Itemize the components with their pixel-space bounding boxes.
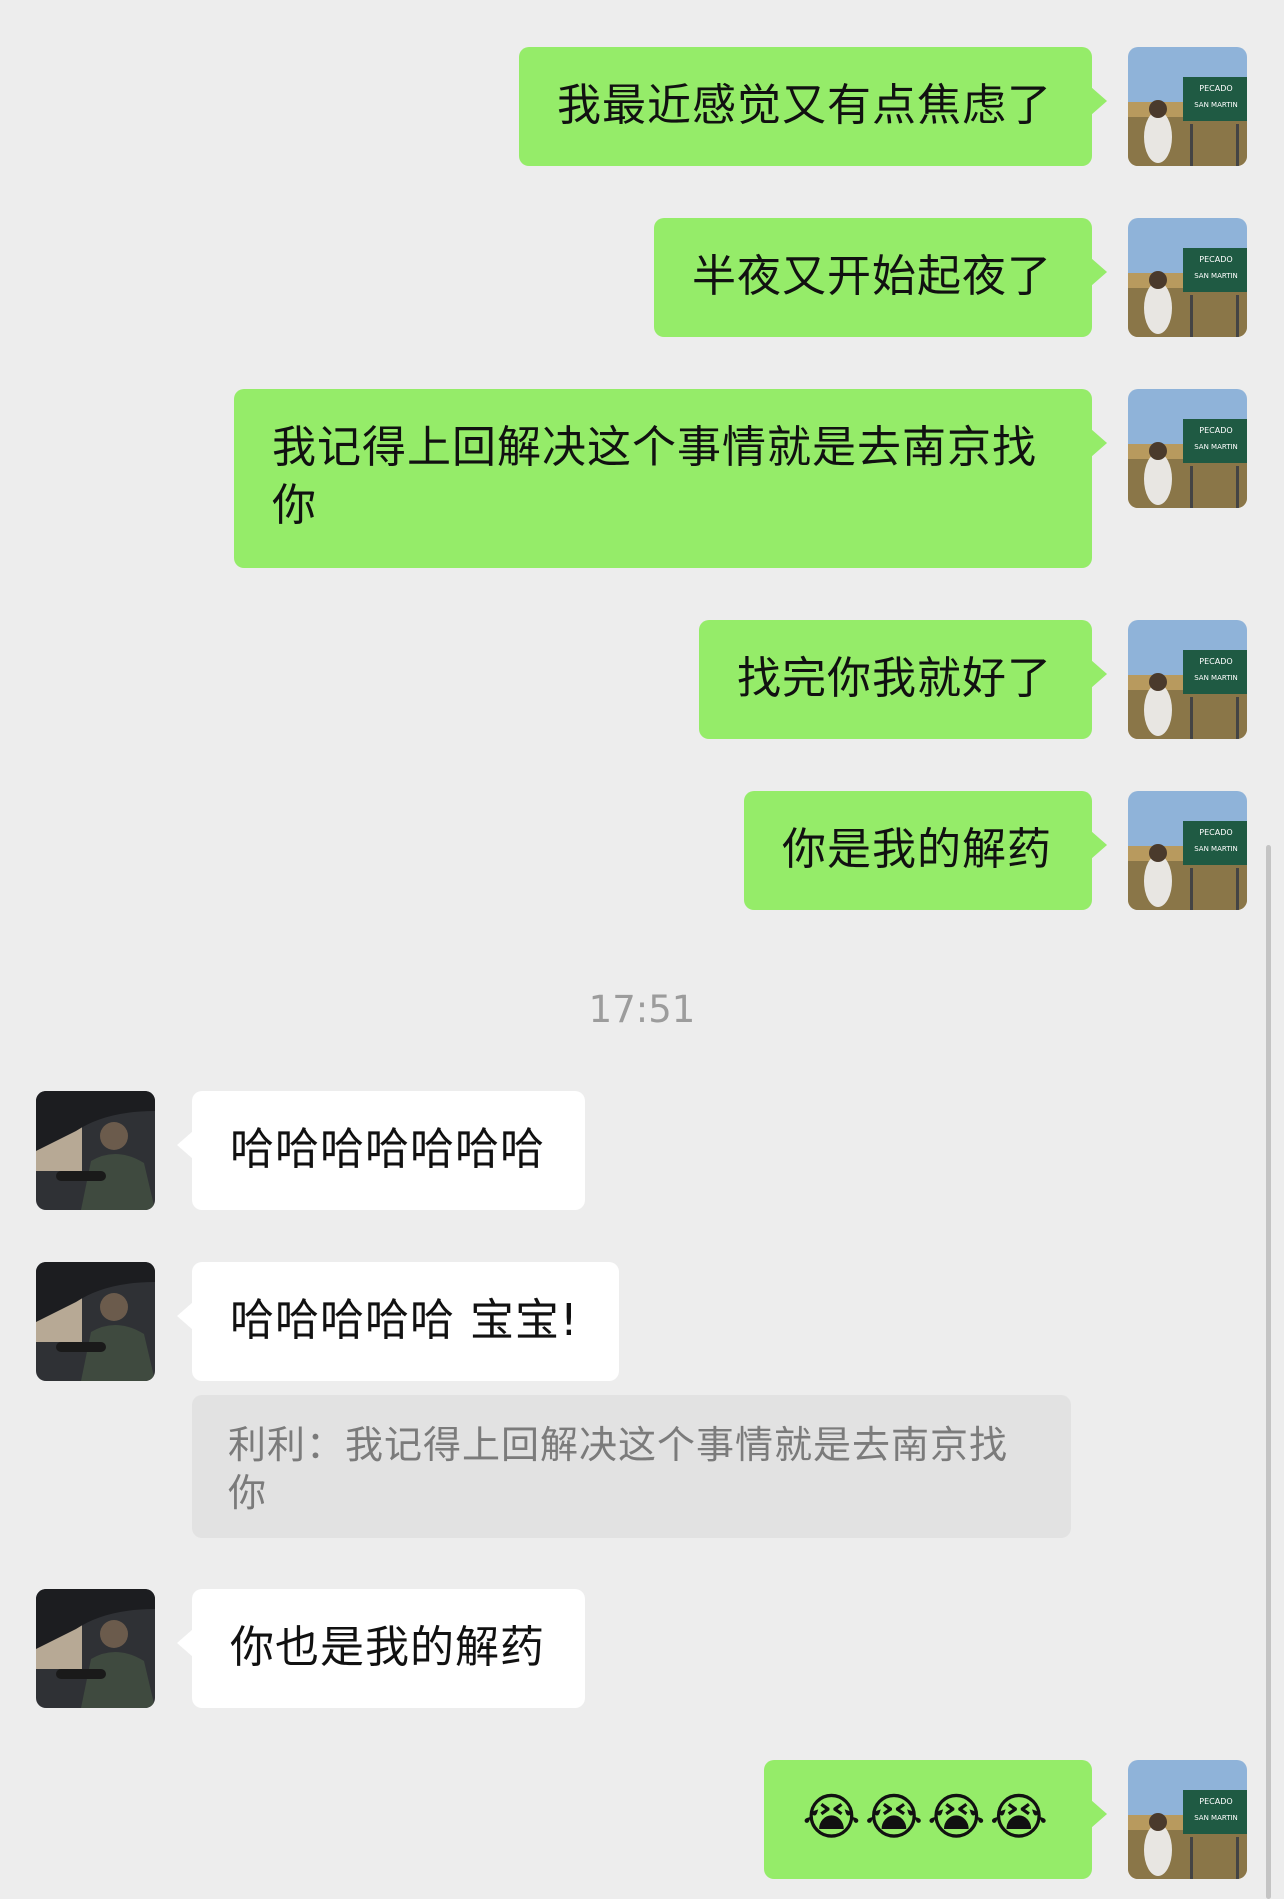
avatar-roadsign-photo-icon: PECADO SAN MARTIN xyxy=(1128,791,1247,910)
svg-text:PECADO: PECADO xyxy=(1199,1797,1232,1806)
avatar-contact[interactable] xyxy=(36,1091,155,1210)
avatar-self[interactable]: PECADO SAN MARTIN xyxy=(1128,47,1247,166)
svg-text:PECADO: PECADO xyxy=(1199,828,1232,837)
crying-emoji-icon: 😭😭😭😭 xyxy=(802,1788,1052,1846)
message-bubble-sent[interactable]: 我最近感觉又有点焦虑了 xyxy=(519,47,1107,166)
avatar-contact[interactable] xyxy=(36,1262,155,1381)
svg-text:SAN MARTIN: SAN MARTIN xyxy=(1194,101,1238,109)
message-bubble-received[interactable]: 你也是我的解药 xyxy=(177,1589,585,1708)
svg-text:SAN MARTIN: SAN MARTIN xyxy=(1194,1814,1238,1822)
message-bubble-received[interactable]: 哈哈哈哈哈 宝宝! xyxy=(177,1262,619,1381)
message-bubble-sent[interactable]: 你是我的解药 xyxy=(744,791,1107,910)
message-bubble-sent[interactable]: 我记得上回解决这个事情就是去南京找你 xyxy=(234,389,1107,568)
avatar-car-driver-photo-icon xyxy=(36,1589,155,1708)
svg-text:SAN MARTIN: SAN MARTIN xyxy=(1194,272,1238,280)
message-text: 我最近感觉又有点焦虑了 xyxy=(557,80,1052,131)
chat-timestamp: 17:51 xyxy=(588,988,696,1031)
message-text: 哈哈哈哈哈 宝宝! xyxy=(230,1295,579,1346)
svg-text:PECADO: PECADO xyxy=(1199,657,1232,666)
avatar-roadsign-photo-icon: PECADO SAN MARTIN xyxy=(1128,218,1247,337)
message-bubble-sent[interactable]: 找完你我就好了 xyxy=(699,620,1107,739)
avatar-self[interactable]: PECADO SAN MARTIN xyxy=(1128,218,1247,337)
message-text: 我记得上回解决这个事情就是去南京找你 xyxy=(272,422,1037,531)
message-text: 找完你我就好了 xyxy=(737,653,1052,704)
avatar-roadsign-photo-icon: PECADO SAN MARTIN xyxy=(1128,389,1247,508)
svg-text:SAN MARTIN: SAN MARTIN xyxy=(1194,845,1238,853)
svg-text:SAN MARTIN: SAN MARTIN xyxy=(1194,443,1238,451)
message-text: 你是我的解药 xyxy=(782,824,1052,875)
avatar-self[interactable]: PECADO SAN MARTIN xyxy=(1128,791,1247,910)
chat-area[interactable]: 我最近感觉又有点焦虑了 PECADO SAN MARTIN 半夜又开始起夜了 PE… xyxy=(0,0,1284,1899)
avatar-car-driver-photo-icon xyxy=(36,1262,155,1381)
svg-text:PECADO: PECADO xyxy=(1199,426,1232,435)
message-text: 半夜又开始起夜了 xyxy=(692,251,1052,302)
avatar-self[interactable]: PECADO SAN MARTIN xyxy=(1128,620,1247,739)
quoted-message[interactable]: 利利：我记得上回解决这个事情就是去南京找你 xyxy=(192,1395,1071,1538)
quoted-text: 利利：我记得上回解决这个事情就是去南京找你 xyxy=(228,1423,1009,1515)
avatar-roadsign-photo-icon: PECADO SAN MARTIN xyxy=(1128,620,1247,739)
avatar-self[interactable]: PECADO SAN MARTIN xyxy=(1128,389,1247,508)
message-text: 你也是我的解药 xyxy=(230,1622,545,1673)
avatar-contact[interactable] xyxy=(36,1589,155,1708)
avatar-car-driver-photo-icon xyxy=(36,1091,155,1210)
message-bubble-sent[interactable]: 😭😭😭😭 xyxy=(764,1760,1107,1879)
svg-text:SAN MARTIN: SAN MARTIN xyxy=(1194,674,1238,682)
message-bubble-received[interactable]: 哈哈哈哈哈哈哈 xyxy=(177,1091,585,1210)
avatar-roadsign-photo-icon: PECADO SAN MARTIN xyxy=(1128,47,1247,166)
scrollbar[interactable] xyxy=(1266,845,1271,1899)
message-text: 哈哈哈哈哈哈哈 xyxy=(230,1124,545,1175)
avatar-self[interactable]: PECADO SAN MARTIN xyxy=(1128,1760,1247,1879)
svg-text:PECADO: PECADO xyxy=(1199,84,1232,93)
message-bubble-sent[interactable]: 半夜又开始起夜了 xyxy=(654,218,1107,337)
avatar-roadsign-photo-icon: PECADO SAN MARTIN xyxy=(1128,1760,1247,1879)
svg-text:PECADO: PECADO xyxy=(1199,255,1232,264)
